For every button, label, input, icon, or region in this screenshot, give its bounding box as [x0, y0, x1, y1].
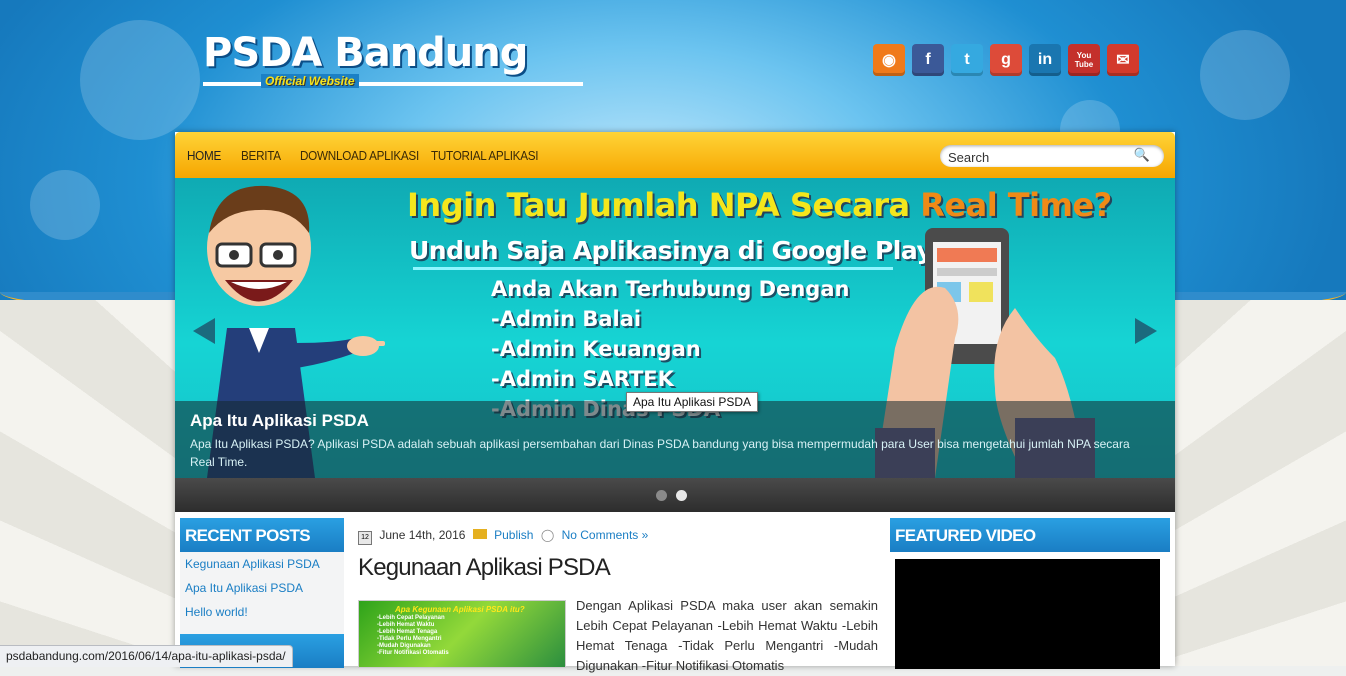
recent-post-link[interactable]: Apa Itu Aplikasi PSDA	[185, 581, 303, 595]
nav-download-aplikasi[interactable]: DOWNLOAD APLIKASI	[300, 148, 419, 163]
slider-dot[interactable]	[656, 490, 667, 501]
slider-dot-active[interactable]	[676, 490, 687, 501]
slide-caption: Apa Itu Aplikasi PSDA Apa Itu Aplikasi P…	[175, 401, 1175, 478]
site-title: PSDA Bandung	[203, 30, 528, 76]
post-category[interactable]: Publish	[494, 528, 533, 542]
site-logo[interactable]: PSDA Bandung Official Website	[203, 30, 583, 90]
twitter-icon[interactable]: t	[951, 44, 983, 76]
browser-status-bar: psdabandung.com/2016/06/14/apa-itu-aplik…	[0, 645, 293, 667]
post-title[interactable]: Kegunaan Aplikasi PSDA	[358, 554, 611, 582]
slider-next-arrow[interactable]	[1135, 318, 1157, 344]
slide-list-item: Anda Akan Terhubung Dengan	[491, 277, 850, 301]
slide-caption-title[interactable]: Apa Itu Aplikasi PSDA	[190, 411, 369, 431]
post-meta: 12 June 14th, 2016 Publish ◯ No Comments…	[358, 528, 652, 545]
thumbnail-list: -Lebih Cepat Pelayanan -Lebih Hemat Wakt…	[377, 615, 449, 657]
slide-list-item: -Admin SARTEK	[491, 367, 674, 391]
slide-subheadline: Unduh Saja Aplikasinya di Google Play	[409, 236, 933, 265]
featured-video-title: FEATURED VIDEO	[890, 518, 1170, 552]
thumbnail-list-item: -Mudah Digunakan	[377, 643, 431, 649]
thumbnail-title: Apa Kegunaan Aplikasi PSDA itu?	[395, 605, 525, 614]
slider-pagination	[175, 478, 1175, 512]
slide-list-item: -Admin Keuangan	[491, 337, 701, 361]
slide-headline-text: Ingin Tau Jumlah NPA Secara	[407, 186, 921, 224]
tooltip: Apa Itu Aplikasi PSDA	[626, 392, 759, 412]
recent-post-link[interactable]: Kegunaan Aplikasi PSDA	[185, 557, 320, 571]
featured-video-widget: FEATURED VIDEO	[890, 518, 1170, 669]
search-box: 🔍	[940, 145, 1164, 167]
nav-berita[interactable]: BERITA	[241, 148, 281, 163]
site-subtitle: Official Website	[261, 74, 359, 88]
post-thumbnail[interactable]: Apa Kegunaan Aplikasi PSDA itu? -Lebih C…	[358, 600, 566, 668]
main-nav: HOME BERITA DOWNLOAD APLIKASI TUTORIAL A…	[175, 132, 1175, 178]
nav-home[interactable]: HOME	[187, 148, 221, 163]
post-excerpt: Dengan Aplikasi PSDA maka user akan sema…	[576, 598, 878, 673]
post-date: June 14th, 2016	[379, 528, 466, 542]
recent-post-link[interactable]: Hello world!	[185, 605, 248, 619]
recent-posts-title: RECENT POSTS	[180, 518, 344, 552]
slide-caption-text: Apa Itu Aplikasi PSDA? Aplikasi PSDA ada…	[190, 437, 1130, 469]
slide-headline-highlight: Real Time?	[920, 186, 1112, 224]
social-icons: ◉ f t g in You Tube ✉	[873, 44, 1139, 76]
google-icon[interactable]: g	[990, 44, 1022, 76]
slide-headline: Ingin Tau Jumlah NPA Secara Real Time?	[407, 186, 1112, 224]
main-container: HOME BERITA DOWNLOAD APLIKASI TUTORIAL A…	[175, 132, 1175, 673]
post: 12 June 14th, 2016 Publish ◯ No Comments…	[358, 518, 878, 673]
rss-icon[interactable]: ◉	[873, 44, 905, 76]
search-input[interactable]	[946, 149, 1135, 166]
thumbnail-list-item: -Fitur Notifikasi Otomatis	[377, 650, 449, 656]
search-icon[interactable]: 🔍	[1134, 147, 1150, 163]
linkedin-icon[interactable]: in	[1029, 44, 1061, 76]
image-slider[interactable]: Ingin Tau Jumlah NPA Secara Real Time? U…	[175, 178, 1175, 478]
thumbnail-list-item: -Lebih Cepat Pelayanan	[377, 615, 445, 621]
youtube-icon[interactable]: You Tube	[1068, 44, 1100, 76]
post-comments[interactable]: No Comments »	[562, 528, 649, 542]
comment-icon: ◯	[540, 528, 555, 542]
thumbnail-list-item: -Lebih Hemat Waktu	[377, 622, 435, 628]
slide-underline	[413, 267, 893, 270]
calendar-icon: 12	[358, 531, 372, 545]
slider-prev-arrow[interactable]	[193, 318, 215, 344]
thumbnail-list-item: -Lebih Hemat Tenaga	[377, 629, 438, 635]
folder-icon	[472, 529, 487, 539]
recent-posts-widget: RECENT POSTS Kegunaan Aplikasi PSDA Apa …	[180, 518, 344, 668]
slide-list-item: -Admin Balai	[491, 307, 642, 331]
email-icon[interactable]: ✉	[1107, 44, 1139, 76]
logo-underline	[203, 82, 583, 86]
facebook-icon[interactable]: f	[912, 44, 944, 76]
thumbnail-list-item: -Tidak Perlu Mengantri	[377, 636, 442, 642]
video-player[interactable]	[895, 559, 1160, 669]
nav-tutorial-aplikasi[interactable]: TUTORIAL APLIKASI	[431, 148, 539, 163]
